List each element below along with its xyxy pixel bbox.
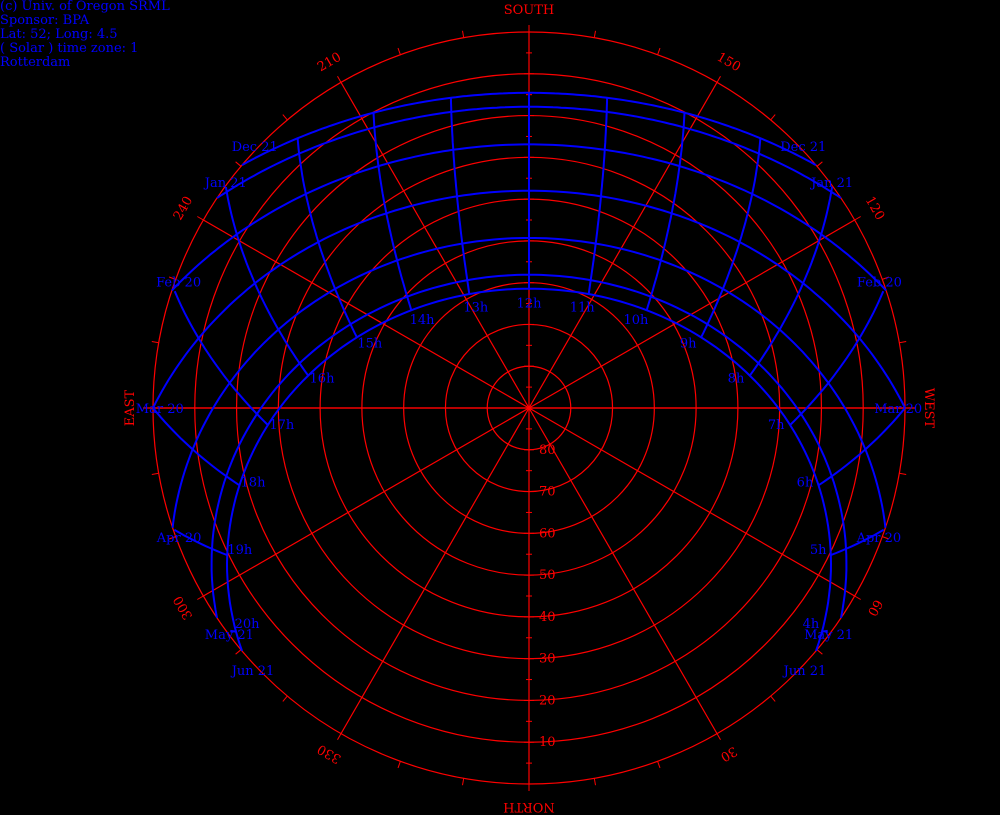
azimuth-tick	[770, 695, 776, 702]
azimuth-tick	[716, 76, 721, 83]
azimuth-tick	[716, 733, 721, 740]
altitude-label: 80	[539, 443, 556, 458]
altitude-label: 30	[539, 652, 556, 667]
azimuth-tick	[397, 47, 401, 55]
azimuth-tick	[397, 761, 401, 769]
hour-label: 5h	[810, 543, 827, 558]
hour-label: 8h	[728, 372, 745, 387]
hour-label: 16h	[310, 372, 336, 387]
azimuth-tick	[593, 30, 596, 38]
azimuth-tick	[854, 595, 861, 600]
date-label: May 21	[205, 628, 254, 643]
azimuth-label: 240	[171, 194, 196, 223]
azimuth-tick	[593, 778, 596, 786]
azimuth-label: 120	[862, 194, 887, 223]
hour-label: 9h	[680, 337, 697, 352]
azimuth-tick	[151, 472, 159, 475]
azimuth-tick	[235, 161, 242, 167]
hour-label: 13h	[463, 301, 489, 316]
azimuth-tick	[197, 216, 204, 221]
hour-label: 15h	[357, 337, 383, 352]
sun-path-chart: SOUTH NORTH EAST WEST 306012015021024030…	[123, 3, 936, 814]
hour-label: 11h	[570, 301, 596, 316]
altitude-label: 40	[539, 610, 556, 625]
hour-label: 14h	[410, 313, 436, 328]
date-label: Apr 20	[856, 531, 902, 546]
hour-label: 19h	[227, 543, 253, 558]
azimuth-label: 300	[171, 593, 196, 622]
azimuth-tick	[816, 161, 823, 167]
hour-label: 17h	[269, 418, 295, 433]
azimuth-tick	[899, 341, 907, 344]
azimuth-label: 150	[714, 50, 743, 75]
hour-label: 6h	[797, 476, 814, 491]
hour-line	[173, 290, 269, 426]
azimuth-tick	[770, 114, 776, 121]
azimuth-tick	[337, 733, 342, 740]
azimuth-label: 210	[315, 50, 344, 75]
azimuth-label: 30	[718, 743, 740, 764]
azimuth-tick	[235, 649, 242, 655]
hour-label: 7h	[768, 418, 785, 433]
azimuth-label: 330	[315, 741, 344, 766]
altitude-label: 20	[539, 693, 556, 708]
azimuth-tick	[657, 761, 661, 769]
azimuth-tick	[337, 76, 342, 83]
azimuth-tick	[282, 695, 288, 702]
date-label: Feb 20	[156, 275, 201, 290]
azimuth-tick	[899, 472, 907, 475]
altitude-label: 70	[539, 485, 556, 500]
date-label: Dec 21	[780, 140, 826, 155]
altitude-label: 60	[539, 526, 556, 541]
hour-label: 12h	[517, 297, 543, 312]
azimuth-tick	[151, 341, 159, 344]
azimuth-label: 60	[864, 597, 885, 619]
date-label: Jun 21	[782, 664, 827, 679]
altitude-label: 10	[539, 735, 556, 750]
altitude-label: 50	[539, 568, 556, 583]
compass-south-label: SOUTH	[504, 3, 555, 18]
azimuth-tick	[462, 778, 465, 786]
compass-west-label: WEST	[921, 388, 936, 429]
date-label: Mar 20	[136, 402, 184, 417]
azimuth-tick	[462, 30, 465, 38]
hour-label: 10h	[623, 313, 649, 328]
date-label: Feb 20	[857, 275, 902, 290]
date-label: Jan 21	[809, 176, 853, 191]
azimuth-tick	[816, 649, 823, 655]
azimuth-tick	[854, 216, 861, 221]
date-label: May 21	[804, 628, 853, 643]
date-label: Jun 21	[230, 664, 275, 679]
hour-line	[789, 290, 885, 426]
compass-north-label: NORTH	[503, 799, 555, 814]
date-label: Jan 21	[203, 176, 247, 191]
date-label: Apr 20	[156, 531, 202, 546]
hour-label: 18h	[241, 476, 267, 491]
azimuth-tick	[197, 595, 204, 600]
date-label: Mar 20	[874, 402, 922, 417]
azimuth-tick	[282, 114, 288, 121]
date-label: Dec 21	[232, 140, 278, 155]
azimuth-tick	[657, 47, 661, 55]
